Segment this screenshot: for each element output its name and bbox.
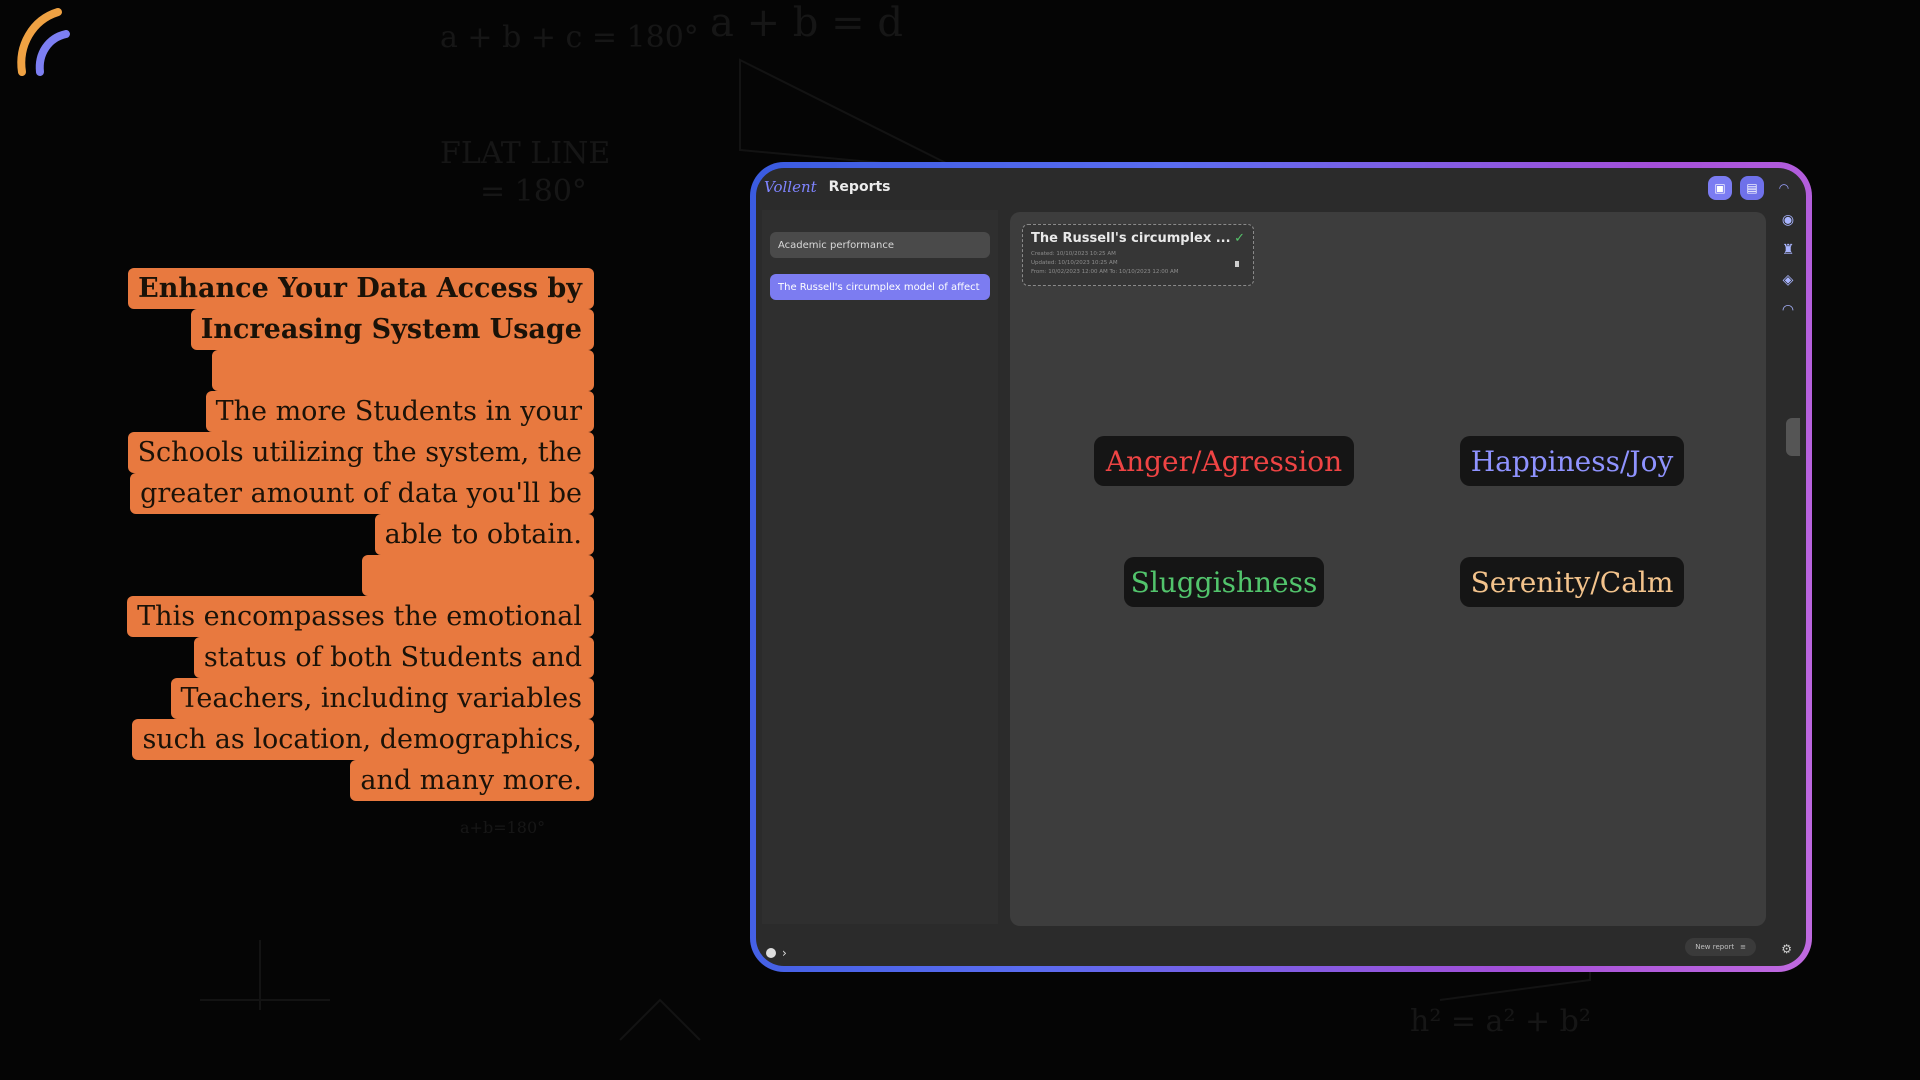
status-dot-icon[interactable] bbox=[766, 948, 776, 958]
emotion-label-anger: Anger/Agression bbox=[1094, 436, 1354, 486]
reports-sidebar: Academic performance The Russell's circu… bbox=[762, 210, 998, 924]
users-icon[interactable]: ◉ bbox=[1776, 208, 1800, 232]
report-card-meta: Created: 10/10/2023 10:25 AM Updated: 10… bbox=[1031, 250, 1245, 277]
report-range: From: 10/02/2023 12:00 AM To: 10/10/2023… bbox=[1031, 269, 1179, 275]
new-report-label: New report bbox=[1695, 943, 1735, 951]
app-brand: Vollent bbox=[764, 178, 817, 196]
promo-paragraph-line: greater amount of data you'll be bbox=[130, 473, 594, 514]
shield-icon[interactable]: ◈ bbox=[1776, 268, 1800, 292]
sidebar-item-label: Academic performance bbox=[778, 239, 895, 251]
trophy-icon[interactable]: ♜ bbox=[1776, 238, 1800, 262]
list-add-icon: ≡ bbox=[1740, 943, 1746, 951]
new-report-button[interactable]: New report ≡ bbox=[1685, 938, 1756, 956]
promo-paragraph-line: This encompasses the emotional bbox=[127, 596, 594, 637]
brand-logo bbox=[17, 8, 70, 76]
top-icons: ▣ ▤ ◠ bbox=[1708, 176, 1796, 200]
promo-paragraph-line: Teachers, including variables bbox=[170, 678, 594, 719]
promo-paragraph-line: such as location, demographics, bbox=[132, 719, 594, 760]
chalk-text: FLAT LINE bbox=[440, 136, 611, 171]
brand-rail-icon[interactable]: ◠ bbox=[1776, 298, 1800, 322]
sidebar-item-russell-circumplex[interactable]: The Russell's circumplex model of affect bbox=[770, 274, 990, 300]
sidebar-item-academic-performance[interactable]: Academic performance bbox=[770, 232, 990, 258]
chalk-text: = 180° bbox=[480, 174, 587, 209]
chat-icon[interactable]: ▤ bbox=[1740, 176, 1764, 200]
chalk-text: h² = a² + b² bbox=[1410, 1004, 1591, 1039]
report-created: Created: 10/10/2023 10:25 AM bbox=[1031, 251, 1116, 257]
chalk-text: a + b = d bbox=[710, 0, 903, 46]
report-canvas: The Russell's circumplex ... ✓ Created: … bbox=[1010, 212, 1766, 926]
promo-paragraph-line: and many more. bbox=[350, 760, 594, 801]
trash-icon[interactable] bbox=[1235, 261, 1239, 267]
report-card-title: The Russell's circumplex ... bbox=[1031, 231, 1231, 246]
promo-paragraph-line: able to obtain. bbox=[374, 514, 594, 555]
bottom-bar: › New report ≡ ⚙ bbox=[756, 926, 1806, 966]
promo-text-block: Enhance Your Data Access by Increasing S… bbox=[124, 268, 594, 801]
report-updated: Updated: 10/10/2023 10:25 AM bbox=[1031, 260, 1118, 266]
app-window-frame: Vollent Reports ▣ ▤ ◠ Academic performan… bbox=[750, 162, 1812, 972]
chalk-text: a+b=180° bbox=[460, 818, 546, 837]
brand-mini-icon[interactable]: ◠ bbox=[1772, 176, 1796, 200]
page-title: Reports bbox=[828, 179, 891, 195]
report-icon[interactable]: ▣ bbox=[1708, 176, 1732, 200]
gear-icon[interactable]: ⚙ bbox=[1781, 942, 1792, 956]
emotion-label-sluggishness: Sluggishness bbox=[1124, 557, 1324, 607]
right-rail: ◉ ♜ ◈ ◠ bbox=[1774, 206, 1802, 328]
bottom-left-controls: › bbox=[766, 946, 787, 960]
promo-paragraph-line: Schools utilizing the system, the bbox=[127, 432, 594, 473]
promo-title-line: Increasing System Usage bbox=[190, 309, 594, 350]
app-window: Vollent Reports ▣ ▤ ◠ Academic performan… bbox=[756, 168, 1806, 966]
report-card[interactable]: The Russell's circumplex ... ✓ Created: … bbox=[1022, 224, 1254, 286]
panel-drag-handle[interactable] bbox=[1786, 418, 1800, 456]
emotion-label-serenity: Serenity/Calm bbox=[1460, 557, 1684, 607]
top-bar: Vollent Reports ▣ ▤ ◠ bbox=[756, 168, 1806, 206]
check-icon: ✓ bbox=[1234, 231, 1245, 246]
sidebar-item-label: The Russell's circumplex model of affect bbox=[778, 281, 980, 293]
chevron-right-icon[interactable]: › bbox=[782, 946, 787, 960]
chalk-text: a + b + c = 180° bbox=[440, 20, 699, 55]
promo-paragraph-line: status of both Students and bbox=[193, 637, 594, 678]
emotion-label-happiness: Happiness/Joy bbox=[1460, 436, 1684, 486]
promo-paragraph-line: The more Students in your bbox=[205, 391, 594, 432]
promo-title-line: Enhance Your Data Access by bbox=[128, 268, 594, 309]
